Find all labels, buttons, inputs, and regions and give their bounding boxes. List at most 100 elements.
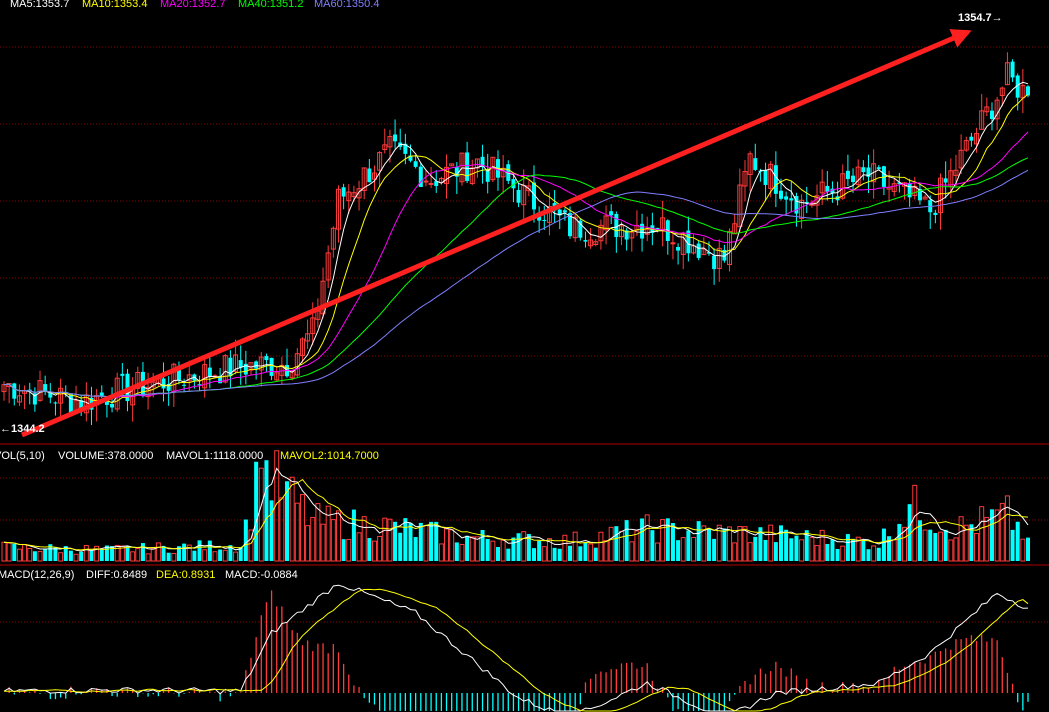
volume-bar — [676, 540, 681, 561]
candle-body — [943, 178, 948, 183]
candle-body — [851, 175, 856, 183]
volume-bar — [979, 506, 985, 562]
volume-bar — [928, 529, 933, 561]
volume-bar — [485, 538, 490, 561]
futures-chart-window: MA5:1353.7 MA10:1353.4 MA20:1352.7 MA40:… — [0, 0, 1049, 712]
volume-bar — [367, 538, 372, 561]
volume-bar — [299, 494, 305, 562]
volume-bar — [588, 543, 594, 562]
volume-bar — [974, 532, 980, 562]
volume-bar — [779, 525, 784, 561]
volume-bar — [624, 520, 629, 561]
volume-bar — [289, 476, 295, 562]
volume-bar — [68, 550, 73, 561]
volume-bar — [747, 542, 753, 562]
candle-body — [712, 255, 717, 270]
volume-bar — [753, 536, 758, 561]
volume-bar — [994, 509, 1000, 562]
candle-body — [969, 136, 974, 141]
volume-bar — [634, 530, 640, 562]
volume-bar — [73, 553, 79, 562]
volume-bar — [572, 531, 578, 562]
candle-body — [779, 190, 784, 199]
volume-bar — [773, 542, 778, 561]
volume-bar — [809, 537, 815, 562]
volume-bar — [891, 539, 897, 562]
volume-bar — [799, 539, 805, 562]
candle-body — [784, 196, 789, 200]
volume-bar — [1010, 529, 1015, 561]
volume-bar — [644, 514, 650, 562]
volume-bar — [243, 519, 248, 561]
volume-bar — [233, 551, 239, 562]
volume-bar — [912, 484, 918, 562]
candle-body — [763, 170, 768, 185]
volume-bar — [53, 547, 58, 561]
volume-bar — [310, 516, 316, 562]
volume-bar — [37, 550, 43, 562]
volume-bar — [361, 516, 367, 562]
volume-bar — [22, 544, 28, 562]
volume-legend: VOL(5,10) VOLUME:378.0000 MAVOL1:1118.00… — [0, 450, 379, 462]
volume-bar — [958, 516, 964, 562]
candle-body — [516, 189, 521, 203]
volume-bar — [881, 528, 886, 561]
volume-bar — [202, 549, 208, 562]
volume-bar — [532, 548, 537, 561]
volume-bar — [32, 551, 37, 561]
volume-bar — [258, 467, 264, 562]
volume-bar — [722, 528, 727, 561]
volume-bar — [192, 550, 197, 561]
volume-bar — [79, 551, 84, 561]
volume-bar — [212, 551, 218, 562]
volume-bar — [459, 543, 465, 562]
volume-bar — [27, 547, 33, 562]
volume-bar — [794, 535, 799, 561]
volume-bar — [444, 528, 450, 562]
legend-dea: DEA:0.8931 — [156, 569, 215, 581]
volume-bar — [1026, 537, 1030, 561]
legend-diff: DIFF:0.8489 — [86, 569, 147, 581]
ma40-line — [3, 157, 1029, 398]
trend-arrow — [21, 29, 972, 438]
candle-body — [1010, 61, 1015, 78]
candle-body — [861, 167, 866, 173]
volume-bar — [114, 544, 120, 562]
volume-bar — [629, 541, 635, 562]
candle-body — [269, 357, 274, 376]
legend-ma20: MA20:1352.7 — [160, 0, 225, 10]
volume-bar — [784, 529, 789, 561]
legend-mavol1: MAVOL1:1118.0000 — [166, 450, 263, 462]
legend-mavol2: MAVOL2:1014.7000 — [280, 450, 379, 462]
macd-legend: MACD(12,26,9) DIFF:0.8489 DEA:0.8931 MAC… — [0, 569, 298, 581]
volume-bar — [999, 502, 1005, 562]
candle-body — [393, 134, 398, 142]
candle-body — [161, 378, 166, 389]
volume-bars — [1, 450, 1030, 562]
candle-body — [989, 110, 994, 119]
volume-bar — [16, 548, 22, 562]
volume-bar — [516, 533, 521, 561]
candle-body — [676, 247, 681, 251]
volume-bar — [521, 531, 527, 562]
volume-bar — [680, 537, 686, 562]
volume-bar — [814, 545, 820, 562]
volume-bar — [150, 548, 156, 562]
volume-bar — [423, 525, 429, 562]
candle-body — [907, 182, 912, 198]
volume-bar — [320, 523, 326, 562]
volume-bar — [557, 548, 562, 561]
candle-body — [542, 219, 547, 221]
volume-bar — [742, 526, 748, 562]
candle-body — [413, 161, 418, 167]
volume-bar — [254, 461, 259, 561]
price-legend: MA5:1353.7 MA10:1353.4 MA20:1352.7 MA40:… — [10, 0, 379, 10]
volume-bar — [269, 500, 274, 561]
volume-bar — [387, 518, 393, 562]
volume-bar — [706, 528, 711, 561]
volume-bar — [655, 542, 661, 562]
volume-bar — [537, 540, 542, 561]
volume-bar — [166, 552, 171, 561]
volume-bar — [315, 503, 321, 562]
mavol2-line — [3, 478, 1029, 551]
